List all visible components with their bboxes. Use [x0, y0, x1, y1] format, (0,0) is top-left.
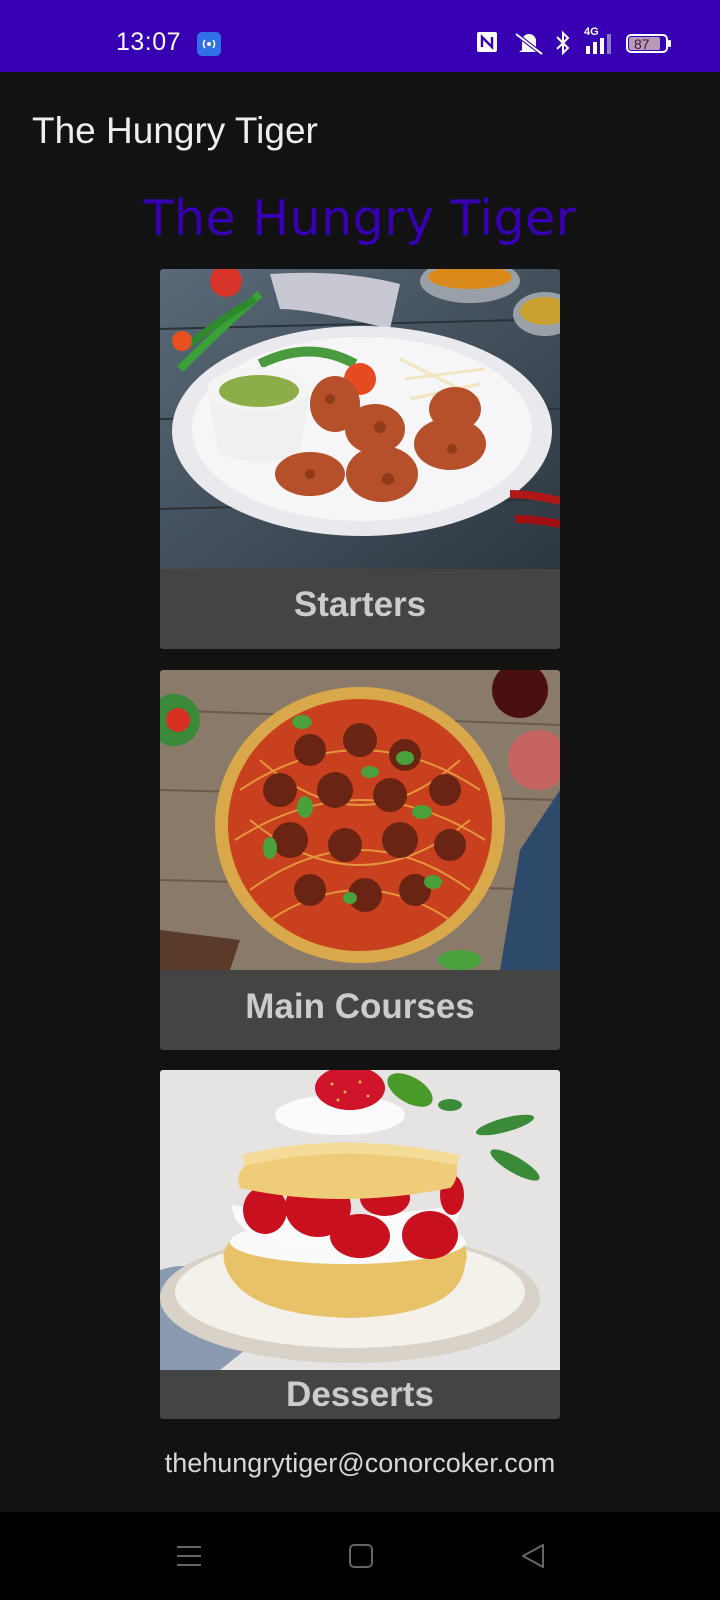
desserts-image[interactable]	[160, 1070, 560, 1370]
mute-icon	[512, 30, 546, 61]
app-bar: The Hungry Tiger	[0, 72, 720, 188]
category-label-main-courses[interactable]: Main Courses	[160, 987, 560, 1027]
menu-icon[interactable]	[175, 1542, 203, 1570]
hotspot-icon	[197, 32, 221, 56]
category-label-desserts[interactable]: Desserts	[160, 1375, 560, 1415]
category-card-desserts[interactable]: Desserts	[160, 1070, 560, 1419]
contact-email[interactable]: thehungrytiger@conorcoker.com	[0, 1448, 720, 1479]
main-courses-image[interactable]	[160, 670, 560, 970]
battery-icon: 87	[626, 30, 672, 61]
nfc-icon	[476, 30, 498, 59]
status-time: 13:07	[116, 28, 182, 56]
signal-icon: 4G	[584, 26, 616, 61]
starters-image[interactable]	[160, 269, 560, 569]
page-title: The Hungry Tiger	[143, 190, 577, 247]
battery-level: 87	[634, 36, 650, 52]
app-bar-title: The Hungry Tiger	[32, 110, 318, 151]
category-card-main-courses[interactable]: Main Courses	[160, 670, 560, 1050]
category-card-starters[interactable]: Starters	[160, 269, 560, 649]
status-bar: 13:07 4G 87	[0, 0, 720, 72]
network-type: 4G	[584, 26, 599, 38]
bluetooth-icon	[554, 30, 572, 61]
home-icon[interactable]	[348, 1542, 374, 1570]
navigation-bar	[0, 1512, 720, 1600]
category-label-starters[interactable]: Starters	[160, 585, 560, 625]
back-icon[interactable]	[520, 1542, 546, 1570]
